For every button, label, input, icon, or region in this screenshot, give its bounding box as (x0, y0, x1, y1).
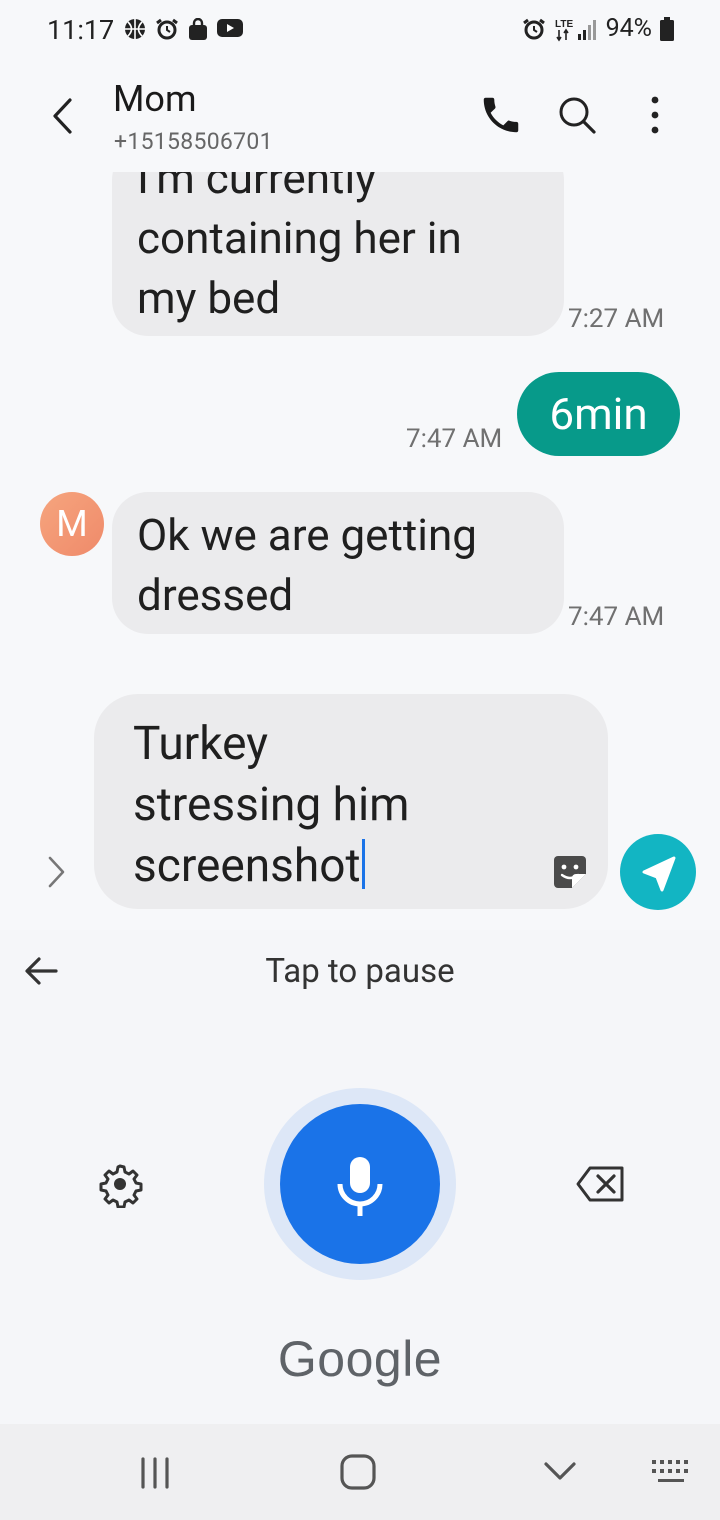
send-icon (642, 856, 676, 892)
message-timestamp: 7:47 AM (568, 602, 665, 632)
shopping-bag-icon (189, 18, 207, 40)
contact-name[interactable]: Mom (113, 78, 197, 120)
backspace-icon[interactable] (574, 1162, 626, 1206)
search-icon[interactable] (554, 92, 600, 138)
gear-icon[interactable] (96, 1160, 144, 1208)
avatar[interactable]: M (40, 492, 104, 556)
basketball-icon (125, 19, 145, 39)
message-bubble-outgoing[interactable]: 6min (517, 372, 680, 456)
home-icon[interactable] (338, 1452, 378, 1492)
input-line: screenshot (133, 836, 410, 897)
contact-number: +15158506701 (114, 128, 273, 155)
conversation-header: Mom +15158506701 (0, 62, 720, 172)
youtube-icon (217, 19, 243, 37)
mic-button[interactable] (280, 1104, 440, 1264)
chevron-down-icon[interactable] (540, 1456, 580, 1486)
message-timestamp: 7:47 AM (406, 424, 503, 454)
input-line: Turkey (133, 717, 268, 771)
message-line: my bed (137, 272, 281, 324)
status-time: 11:17 (47, 14, 115, 46)
recent-apps-icon[interactable] (134, 1456, 176, 1490)
lte-signal-icon: LTE (555, 19, 596, 41)
google-logo: Google (277, 1331, 443, 1387)
message-input[interactable]: Turkey stressing him screenshot (94, 694, 608, 909)
navigation-bar (0, 1424, 720, 1520)
notification-icons (124, 18, 243, 40)
back-icon[interactable] (38, 90, 88, 140)
system-icons: LTE 94% (522, 14, 674, 43)
send-button[interactable] (620, 834, 696, 910)
sticker-icon[interactable] (552, 854, 588, 890)
input-line: stressing him (133, 778, 410, 832)
voice-status-label[interactable]: Tap to pause (0, 952, 720, 991)
message-line: containing her in (137, 212, 462, 264)
svg-text:LTE: LTE (555, 19, 573, 30)
message-line: dressed (137, 569, 294, 621)
message-timestamp: 7:27 AM (568, 304, 665, 334)
text-cursor (361, 839, 365, 889)
input-line-text: screenshot (133, 839, 361, 893)
voice-input-panel: Tap to pause Google (0, 930, 720, 1424)
message-bubble-incoming[interactable]: Ok we are getting dressed (112, 492, 564, 634)
status-bar: 11:17 LTE 94% (0, 0, 720, 60)
alarm-icon (522, 18, 545, 39)
message-line: Ok we are getting (137, 509, 478, 561)
battery-icon (660, 16, 674, 41)
mic-button-ring (264, 1088, 456, 1280)
keyboard-icon[interactable] (650, 1458, 692, 1488)
phone-icon[interactable] (478, 92, 524, 138)
battery-percentage: 94% (605, 14, 652, 43)
message-input-text[interactable]: Turkey stressing him screenshot (133, 714, 410, 897)
microphone-icon (337, 1157, 383, 1216)
more-vert-icon[interactable] (638, 92, 672, 138)
alarm-icon (156, 18, 178, 40)
chevron-right-icon[interactable] (40, 852, 72, 892)
message-bubble-incoming[interactable]: I'm currently containing her in my bed (112, 172, 564, 336)
message-line: I'm currently (137, 172, 376, 204)
